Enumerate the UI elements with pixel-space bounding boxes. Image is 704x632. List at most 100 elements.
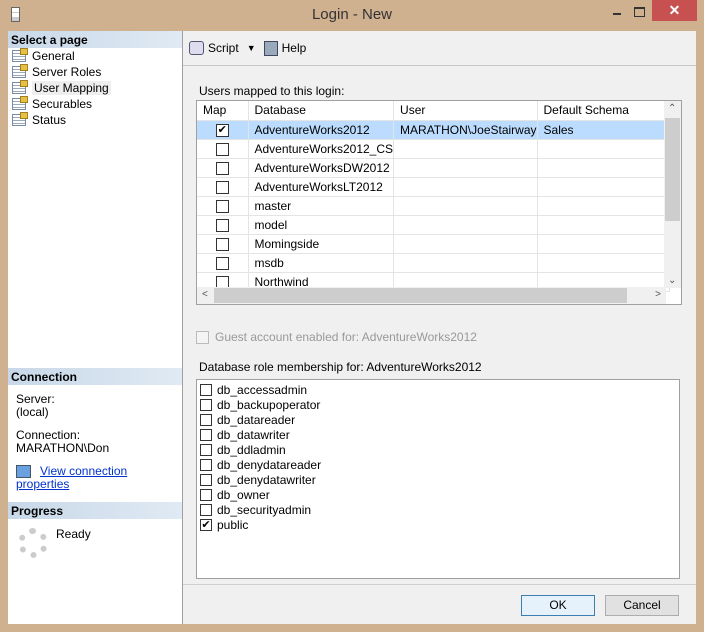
user-cell[interactable] <box>393 158 538 178</box>
role-label: db_datawriter <box>217 427 290 442</box>
role-checkbox[interactable] <box>200 443 212 456</box>
role-item-db-ddladmin[interactable]: db_ddladmin <box>200 442 676 457</box>
schema-cell[interactable] <box>537 177 670 197</box>
sidebar-item-label: Status <box>32 113 67 127</box>
role-item-db-datawriter[interactable]: db_datawriter <box>200 427 676 442</box>
schema-cell[interactable] <box>537 253 670 273</box>
map-checkbox[interactable] <box>215 237 229 251</box>
schema-cell[interactable] <box>537 234 670 254</box>
role-checkbox[interactable] <box>200 503 212 516</box>
schema-cell[interactable] <box>537 158 670 178</box>
sidebar-item-securables[interactable]: Securables <box>8 96 182 112</box>
script-dropdown-icon[interactable]: ▼ <box>247 43 256 53</box>
role-checkbox[interactable]: ✔ <box>200 518 212 531</box>
role-checkbox[interactable] <box>200 398 212 411</box>
role-checkbox[interactable] <box>200 383 212 396</box>
page-list: General Server Roles User Mapping Securable… <box>8 48 182 128</box>
role-item-db-denydatareader[interactable]: db_denydatareader <box>200 457 676 472</box>
role-item-db-datareader[interactable]: db_datareader <box>200 412 676 427</box>
table-row[interactable]: Momingside <box>197 234 670 254</box>
guest-checkbox-box[interactable] <box>196 330 209 344</box>
role-membership-label: Database role membership for: AdventureW… <box>199 360 482 374</box>
scroll-up-icon[interactable]: ⌃ <box>668 103 676 114</box>
scroll-left-icon[interactable]: < <box>202 289 208 300</box>
role-checkbox[interactable] <box>200 488 212 501</box>
sidebar-item-general[interactable]: General <box>8 48 182 64</box>
sidebar-item-server-roles[interactable]: Server Roles <box>8 64 182 80</box>
table-row[interactable]: master <box>197 196 670 216</box>
user-cell[interactable] <box>393 253 538 273</box>
user-mapping-page: Script ▼ Help Users mapped to this login… <box>183 31 696 584</box>
column-header-user[interactable]: User <box>393 101 538 121</box>
minimize-button[interactable] <box>605 0 631 21</box>
script-label: Script <box>208 41 239 55</box>
table-row[interactable]: AdventureWorksLT2012 <box>197 177 670 197</box>
map-checkbox[interactable] <box>215 199 229 213</box>
map-checkbox[interactable] <box>215 256 229 270</box>
ok-button[interactable]: OK <box>521 595 595 616</box>
scroll-down-icon[interactable]: ⌄ <box>668 275 676 286</box>
vertical-scroll-thumb[interactable] <box>665 118 680 221</box>
database-cell: master <box>248 196 395 216</box>
table-row[interactable]: msdb <box>197 253 670 273</box>
user-cell[interactable] <box>393 177 538 197</box>
schema-cell[interactable] <box>537 215 670 235</box>
users-mapped-grid: Map Database User Default Schema ✔ Advent… <box>196 100 682 305</box>
user-cell[interactable] <box>393 234 538 254</box>
column-header-database[interactable]: Database <box>248 101 395 121</box>
window-title: Login - New <box>311 6 393 23</box>
database-cell: model <box>248 215 395 235</box>
map-checkbox[interactable] <box>215 142 229 156</box>
role-item-db-owner[interactable]: db_owner <box>200 487 676 502</box>
view-connection-properties-link[interactable]: View connection properties <box>16 464 127 491</box>
role-item-db-backupoperator[interactable]: db_backupoperator <box>200 397 676 412</box>
role-label: db_owner <box>217 487 270 502</box>
role-checkbox[interactable] <box>200 458 212 471</box>
user-cell[interactable] <box>393 215 538 235</box>
role-checkbox[interactable] <box>200 473 212 486</box>
column-header-map[interactable]: Map <box>197 101 249 121</box>
close-button[interactable]: ✕ <box>652 0 697 21</box>
select-page-header: Select a page <box>8 31 182 48</box>
role-item-db-securityadmin[interactable]: db_securityadmin <box>200 502 676 517</box>
map-checkbox[interactable]: ✔ <box>215 123 229 137</box>
role-checkbox[interactable] <box>200 413 212 426</box>
map-checkbox[interactable] <box>215 161 229 175</box>
role-item-db-accessadmin[interactable]: db_accessadmin <box>200 382 676 397</box>
horizontal-scroll-thumb[interactable] <box>214 288 627 303</box>
horizontal-scrollbar[interactable]: < > <box>197 287 666 304</box>
user-cell[interactable] <box>393 196 538 216</box>
table-row[interactable]: model <box>197 215 670 235</box>
page-icon <box>12 80 28 94</box>
vertical-scrollbar[interactable]: ⌃ ⌄ <box>664 101 681 288</box>
sidebar-item-user-mapping[interactable]: User Mapping <box>8 80 182 96</box>
table-row[interactable]: AdventureWorks2012_CS <box>197 139 670 159</box>
user-cell[interactable]: MARATHON\JoeStairway <box>393 120 538 140</box>
help-button[interactable]: Help <box>263 40 306 56</box>
role-label: db_denydatareader <box>217 457 322 472</box>
sidebar-item-status[interactable]: Status <box>8 112 182 128</box>
map-checkbox[interactable] <box>215 218 229 232</box>
map-checkbox[interactable] <box>215 180 229 194</box>
role-item-db-denydatawriter[interactable]: db_denydatawriter <box>200 472 676 487</box>
script-button[interactable]: Script <box>189 41 239 55</box>
table-row[interactable]: ✔ AdventureWorks2012 MARATHON\JoeStairway S… <box>197 120 670 140</box>
role-checkbox[interactable] <box>200 428 212 441</box>
user-cell[interactable] <box>393 139 538 159</box>
schema-cell[interactable] <box>537 139 670 159</box>
button-bar: OK Cancel <box>183 584 696 624</box>
scroll-right-icon[interactable]: > <box>655 289 661 300</box>
table-row[interactable]: AdventureWorksDW2012 <box>197 158 670 178</box>
guest-account-checkbox[interactable]: Guest account enabled for: AdventureWork… <box>196 330 477 344</box>
progress-header: Progress <box>8 502 182 519</box>
script-icon <box>189 41 204 55</box>
role-label: db_ddladmin <box>217 442 286 457</box>
schema-cell[interactable]: Sales <box>537 120 670 140</box>
role-item-public[interactable]: ✔ public <box>200 517 676 532</box>
progress-section: Progress Ready <box>8 502 182 558</box>
schema-cell[interactable] <box>537 196 670 216</box>
progress-status: Ready <box>56 527 91 541</box>
cancel-button[interactable]: Cancel <box>605 595 679 616</box>
sidebar-item-label: Securables <box>32 97 93 111</box>
column-header-default-schema[interactable]: Default Schema <box>537 101 670 121</box>
